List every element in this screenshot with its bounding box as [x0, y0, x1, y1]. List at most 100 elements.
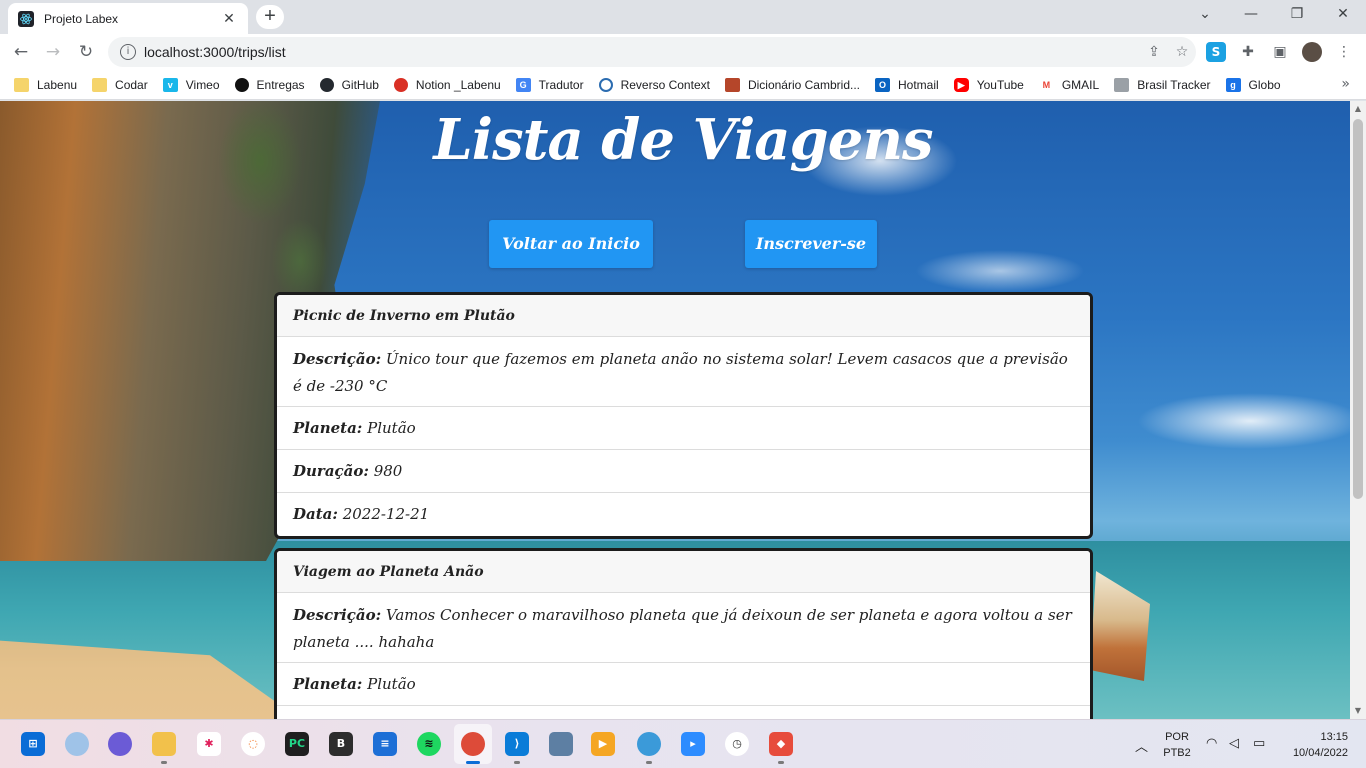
page-title: Lista de Viagens: [433, 107, 933, 173]
teams-chat-icon[interactable]: [108, 732, 132, 756]
browser-tab[interactable]: Projeto Labex ✕: [8, 3, 248, 34]
trip-description-row: Descrição: Vamos Conhecer o maravilhoso …: [277, 593, 1090, 663]
bookmark-label: Entregas: [256, 77, 305, 92]
bookmark-label: YouTube: [976, 77, 1024, 92]
url-text[interactable]: localhost:3000/trips/list: [144, 44, 1140, 60]
trip-date: 2022-12-21: [342, 505, 430, 523]
chevron-up-icon[interactable]: ︿: [1135, 736, 1148, 755]
extension-s-icon[interactable]: S: [1206, 42, 1226, 62]
bookmark-item[interactable]: G Tradutor: [515, 77, 584, 92]
clock-app-icon[interactable]: ◷: [725, 732, 749, 756]
page-scrollbar[interactable]: ▲ ▼: [1350, 101, 1366, 719]
zoom-icon[interactable]: ▸: [681, 732, 705, 756]
tab-search-icon[interactable]: ⌄: [1182, 0, 1228, 30]
trip-name: Picnic de Inverno em Plutão: [277, 295, 1090, 337]
new-tab-button[interactable]: +: [256, 5, 284, 29]
youtube-icon: ▶: [953, 77, 969, 92]
description-label: Descrição:: [293, 606, 382, 624]
back-to-home-button[interactable]: Voltar ao Inicio: [489, 220, 653, 268]
vscode-icon[interactable]: ⟩: [505, 732, 529, 756]
bookmark-label: Hotmail: [898, 77, 939, 92]
clock-time[interactable]: 13:15: [1282, 731, 1348, 743]
more-bookmarks-icon[interactable]: »: [1341, 76, 1350, 92]
snip-tool-icon[interactable]: [549, 732, 573, 756]
scrollbar-thumb[interactable]: [1353, 119, 1363, 499]
bookmark-item[interactable]: v Vimeo: [162, 77, 220, 92]
trip-card: Picnic de Inverno em Plutão Descrição: Ú…: [274, 292, 1093, 539]
react-icon: [18, 10, 34, 27]
notepad-icon[interactable]: ≡: [373, 732, 397, 756]
media-player-icon[interactable]: ▶: [591, 732, 615, 756]
language-indicator[interactable]: POR: [1160, 731, 1194, 743]
folder-icon: [92, 77, 108, 92]
bookmark-item[interactable]: g Globo: [1225, 77, 1281, 92]
trip-planet-row: Planeta: Plutão: [277, 407, 1090, 450]
scroll-up-icon[interactable]: ▲: [1350, 101, 1366, 117]
jupyter-icon[interactable]: ◌: [241, 732, 265, 756]
forward-arrow-icon[interactable]: →: [40, 40, 66, 64]
menu-kebab-icon[interactable]: ⋮: [1334, 42, 1354, 62]
tab-strip: Projeto Labex ✕ + ⌄ — ❐ ✕: [0, 0, 1366, 34]
trip-duration: 980: [373, 462, 403, 480]
chrome-icon[interactable]: [461, 732, 485, 756]
trip-planet-row: Planeta: Plutão: [277, 663, 1090, 706]
scroll-down-icon[interactable]: ▼: [1350, 703, 1366, 719]
battery-icon[interactable]: ▭: [1253, 736, 1265, 751]
slack-icon[interactable]: ✱: [197, 732, 221, 756]
bookmark-item[interactable]: Reverso Context: [598, 77, 710, 92]
windows-start-icon[interactable]: ⊞: [21, 732, 45, 756]
close-window-button[interactable]: ✕: [1320, 0, 1366, 30]
maximize-button[interactable]: ❐: [1274, 0, 1320, 30]
diamond-app-icon[interactable]: ◆: [769, 732, 793, 756]
back-arrow-icon[interactable]: ←: [8, 40, 34, 64]
bookmark-label: Tradutor: [538, 77, 584, 92]
globo-icon: g: [1225, 77, 1241, 92]
lock-icon: [1114, 77, 1130, 92]
bookmark-item[interactable]: Dicionário Cambrid...: [724, 77, 860, 92]
bookmark-item[interactable]: Entregas: [234, 77, 305, 92]
side-panel-icon[interactable]: ▣: [1270, 42, 1290, 62]
site-info-icon[interactable]: i: [120, 44, 136, 60]
bookmark-item[interactable]: GitHub: [319, 77, 379, 92]
weather-icon[interactable]: [65, 732, 89, 756]
duration-label: Duração:: [293, 462, 369, 480]
tab-close-icon[interactable]: ✕: [220, 11, 238, 27]
running-indicator: [514, 761, 520, 764]
file-explorer-icon[interactable]: [152, 732, 176, 756]
wifi-icon[interactable]: ◠: [1206, 736, 1217, 751]
pycharm-icon[interactable]: PC: [285, 732, 309, 756]
browser-toolbar: ← → ↻ i localhost:3000/trips/list ⇪ ☆ S …: [0, 34, 1366, 70]
bookmark-label: Notion _Labenu: [415, 77, 501, 92]
trip-date-row: Data: 2022-12-21: [277, 493, 1090, 536]
minimize-button[interactable]: —: [1228, 0, 1274, 30]
subscribe-button[interactable]: Inscrever-se: [745, 220, 877, 268]
bookmark-item[interactable]: O Hotmail: [875, 77, 939, 92]
bookmarks-bar: Labenu Codar v Vimeo Entregas GitHub Noti…: [0, 70, 1366, 100]
bookmark-item[interactable]: ▶ YouTube: [953, 77, 1024, 92]
reload-icon[interactable]: ↻: [73, 40, 99, 64]
extensions-puzzle-icon[interactable]: ✚: [1238, 42, 1258, 62]
address-bar[interactable]: i localhost:3000/trips/list ⇪ ☆: [108, 37, 1196, 67]
clock-date[interactable]: 10/04/2022: [1282, 747, 1348, 759]
bookmark-label: Reverso Context: [620, 77, 710, 92]
volume-icon[interactable]: ◁: [1229, 736, 1239, 751]
bookmark-item[interactable]: Notion _Labenu: [393, 77, 501, 92]
bookmark-item[interactable]: M GMAIL: [1038, 77, 1099, 92]
page-viewport: Lista de Viagens Voltar ao Inicio Inscre…: [0, 101, 1350, 719]
trip-description: Único tour que fazemos em planeta anão n…: [293, 350, 1068, 395]
maps-icon[interactable]: [637, 732, 661, 756]
bookmark-label: Vimeo: [185, 77, 220, 92]
reverso-icon: [598, 77, 613, 92]
bookmark-item[interactable]: Brasil Tracker: [1114, 77, 1211, 92]
bookmark-label: Labenu: [37, 77, 78, 92]
app-b-icon[interactable]: B: [329, 732, 353, 756]
keyboard-layout-indicator[interactable]: PTB2: [1160, 747, 1194, 759]
share-icon[interactable]: ⇪: [1140, 44, 1168, 60]
vimeo-icon: v: [162, 77, 178, 92]
bookmark-item[interactable]: Codar: [92, 77, 148, 92]
planet-label: Planeta:: [293, 675, 363, 693]
avatar[interactable]: [1302, 42, 1322, 62]
spotify-icon[interactable]: ≋: [417, 732, 441, 756]
bookmark-star-icon[interactable]: ☆: [1168, 44, 1196, 60]
bookmark-item[interactable]: Labenu: [14, 77, 78, 92]
